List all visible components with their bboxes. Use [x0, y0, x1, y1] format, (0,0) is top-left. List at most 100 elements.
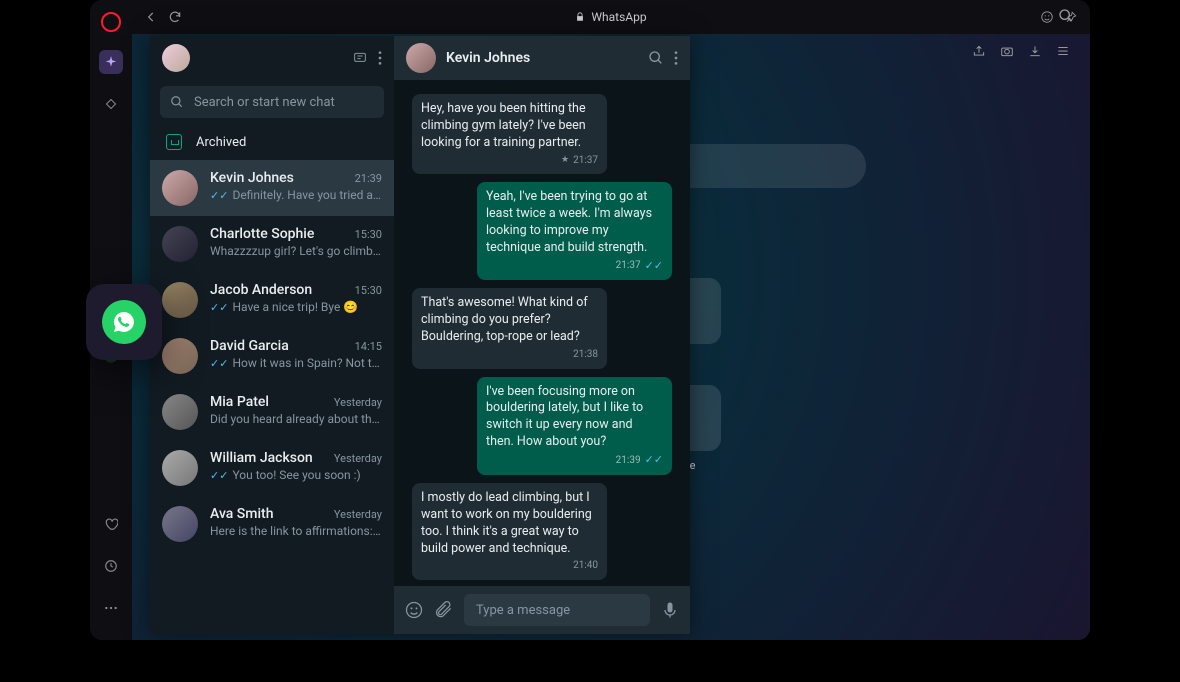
chat-time: 14:15 [355, 340, 382, 353]
chat-avatar [162, 170, 198, 206]
chat-preview: How it was in Spain? Not too... [232, 356, 382, 370]
chat-avatar [162, 282, 198, 318]
attach-icon[interactable] [434, 600, 454, 620]
url-bar[interactable]: WhatsApp [192, 10, 1030, 24]
chat-name: Mia Patel [210, 394, 269, 410]
sd-camera-icon[interactable] [1000, 44, 1014, 58]
chat-avatar [162, 506, 198, 542]
chat-avatar [162, 226, 198, 262]
chat-item[interactable]: David Garcia 14:15 ✓✓ How it was in Spain? … [150, 328, 394, 384]
message-time: 21:38 [573, 348, 598, 362]
chat-item[interactable]: Charlotte Sophie 15:30 Whazzzzup girl? Let… [150, 216, 394, 272]
read-check-icon: ✓✓ [645, 453, 663, 468]
message-text: I mostly do lead climbing, but I want to… [421, 490, 598, 558]
read-check-icon: ✓✓ [210, 469, 228, 482]
chat-name: Ava Smith [210, 506, 274, 522]
whatsapp-app-icon[interactable] [86, 284, 162, 360]
chat-preview: Whazzzzup girl? Let's go climbing... [210, 244, 382, 258]
message-time: 21:37 [573, 154, 598, 168]
mic-icon[interactable] [660, 600, 680, 620]
opera-logo-icon[interactable] [101, 12, 121, 32]
conversation-header: Kevin Johnes [394, 36, 690, 80]
chat-name: David Garcia [210, 338, 289, 354]
chat-sidebar: Search or start new chat Archived Kevin … [150, 36, 394, 634]
conv-search-icon[interactable] [648, 50, 664, 66]
chat-preview: Did you heard already about this?... [210, 412, 382, 426]
whatsapp-logo-icon [102, 300, 146, 344]
star-icon: ★ [561, 154, 569, 166]
compose-bar: Type a message [394, 586, 690, 634]
chat-time: Yesterday [334, 396, 382, 409]
chat-preview: Have a nice trip! Bye 😊 [232, 300, 358, 314]
message-text: Hey, have you been hitting the climbing … [421, 101, 598, 152]
message-text: I've been focusing more on bouldering la… [486, 384, 663, 452]
nav-back-icon[interactable] [144, 10, 158, 24]
nav-reload-icon[interactable] [168, 10, 182, 24]
chat-time: 15:30 [355, 228, 382, 241]
sidebar-aria-icon[interactable] [99, 50, 123, 74]
message-input-placeholder: Type a message [476, 603, 570, 618]
page-title: WhatsApp [591, 10, 646, 24]
conversation-pane: Kevin Johnes Hey, have you been hitting … [394, 36, 690, 634]
message-incoming[interactable]: That's awesome! What kind of climbing do… [412, 288, 607, 368]
read-check-icon: ✓✓ [210, 189, 228, 202]
archived-label: Archived [196, 135, 246, 150]
read-check-icon: ✓✓ [210, 301, 228, 314]
chat-list: Kevin Johnes 21:39 ✓✓ Definitely. Have you … [150, 160, 394, 634]
sd-share-icon[interactable] [972, 44, 986, 58]
sidebar-heart-icon[interactable] [99, 512, 123, 536]
conv-menu-icon[interactable] [674, 50, 678, 66]
chat-name: Jacob Anderson [210, 282, 312, 298]
archive-icon [166, 134, 182, 150]
contact-name: Kevin Johnes [446, 50, 530, 66]
chat-name: Kevin Johnes [210, 170, 294, 186]
chat-avatar [162, 450, 198, 486]
message-incoming[interactable]: I mostly do lead climbing, but I want to… [412, 483, 607, 580]
message-text: That's awesome! What kind of climbing do… [421, 295, 598, 346]
message-list: Hey, have you been hitting the climbing … [394, 80, 690, 586]
omnibox-search-icon[interactable] [1058, 8, 1074, 24]
message-outgoing[interactable]: Yeah, I've been trying to go at least tw… [477, 182, 672, 280]
whatsapp-panel: Search or start new chat Archived Kevin … [150, 36, 690, 634]
lock-icon [575, 12, 585, 22]
chat-time: 15:30 [355, 284, 382, 297]
emoji-icon[interactable] [1040, 10, 1054, 24]
chat-time: 21:39 [355, 172, 382, 185]
sd-menu-icon[interactable] [1056, 44, 1070, 58]
search-icon [170, 95, 184, 109]
chat-item[interactable]: William JacksonYesterday✓✓You too! See y… [150, 440, 394, 496]
chat-time: Yesterday [334, 508, 382, 521]
sd-download-icon[interactable] [1028, 44, 1042, 58]
browser-topbar: WhatsApp [132, 0, 1090, 34]
message-text: Yeah, I've been trying to go at least tw… [486, 189, 663, 257]
message-time: 21:37 [616, 259, 641, 273]
message-time: 21:40 [573, 559, 598, 573]
contact-avatar[interactable] [406, 43, 436, 73]
sidebar-more-icon[interactable] [99, 596, 123, 620]
search-placeholder: Search or start new chat [194, 95, 335, 110]
message-incoming[interactable]: Hey, have you been hitting the climbing … [412, 94, 607, 174]
chat-avatar [162, 338, 198, 374]
emoji-picker-icon[interactable] [404, 600, 424, 620]
message-time: 21:39 [616, 454, 641, 468]
message-outgoing[interactable]: I've been focusing more on bouldering la… [477, 377, 672, 475]
chat-preview: Definitely. Have you tried any... [232, 188, 382, 202]
read-check-icon: ✓✓ [210, 357, 228, 370]
my-avatar[interactable] [162, 44, 190, 72]
sidebar-header [150, 36, 394, 80]
chat-item[interactable]: Mia Patel Yesterday Did you heard already … [150, 384, 394, 440]
message-input[interactable]: Type a message [464, 594, 650, 626]
chat-name: Charlotte Sophie [210, 226, 314, 242]
sidebar-history-icon[interactable] [99, 554, 123, 578]
read-check-icon: ✓✓ [645, 259, 663, 274]
chat-name: William Jackson [210, 450, 313, 466]
menu-dots-icon[interactable] [378, 50, 382, 66]
chat-item[interactable]: Jacob Anderson 15:30 ✓✓ Have a nice trip! B… [150, 272, 394, 328]
chat-time: Yesterday [334, 452, 382, 465]
archived-row[interactable]: Archived [150, 124, 394, 160]
chat-search-input[interactable]: Search or start new chat [160, 86, 384, 118]
chat-item[interactable]: Kevin Johnes 21:39 ✓✓ Definitely. Have you … [150, 160, 394, 216]
new-chat-icon[interactable] [352, 50, 368, 66]
chat-item[interactable]: Ava SmithYesterdayHere is the link to af… [150, 496, 394, 552]
sidebar-diamond-icon[interactable] [99, 92, 123, 116]
